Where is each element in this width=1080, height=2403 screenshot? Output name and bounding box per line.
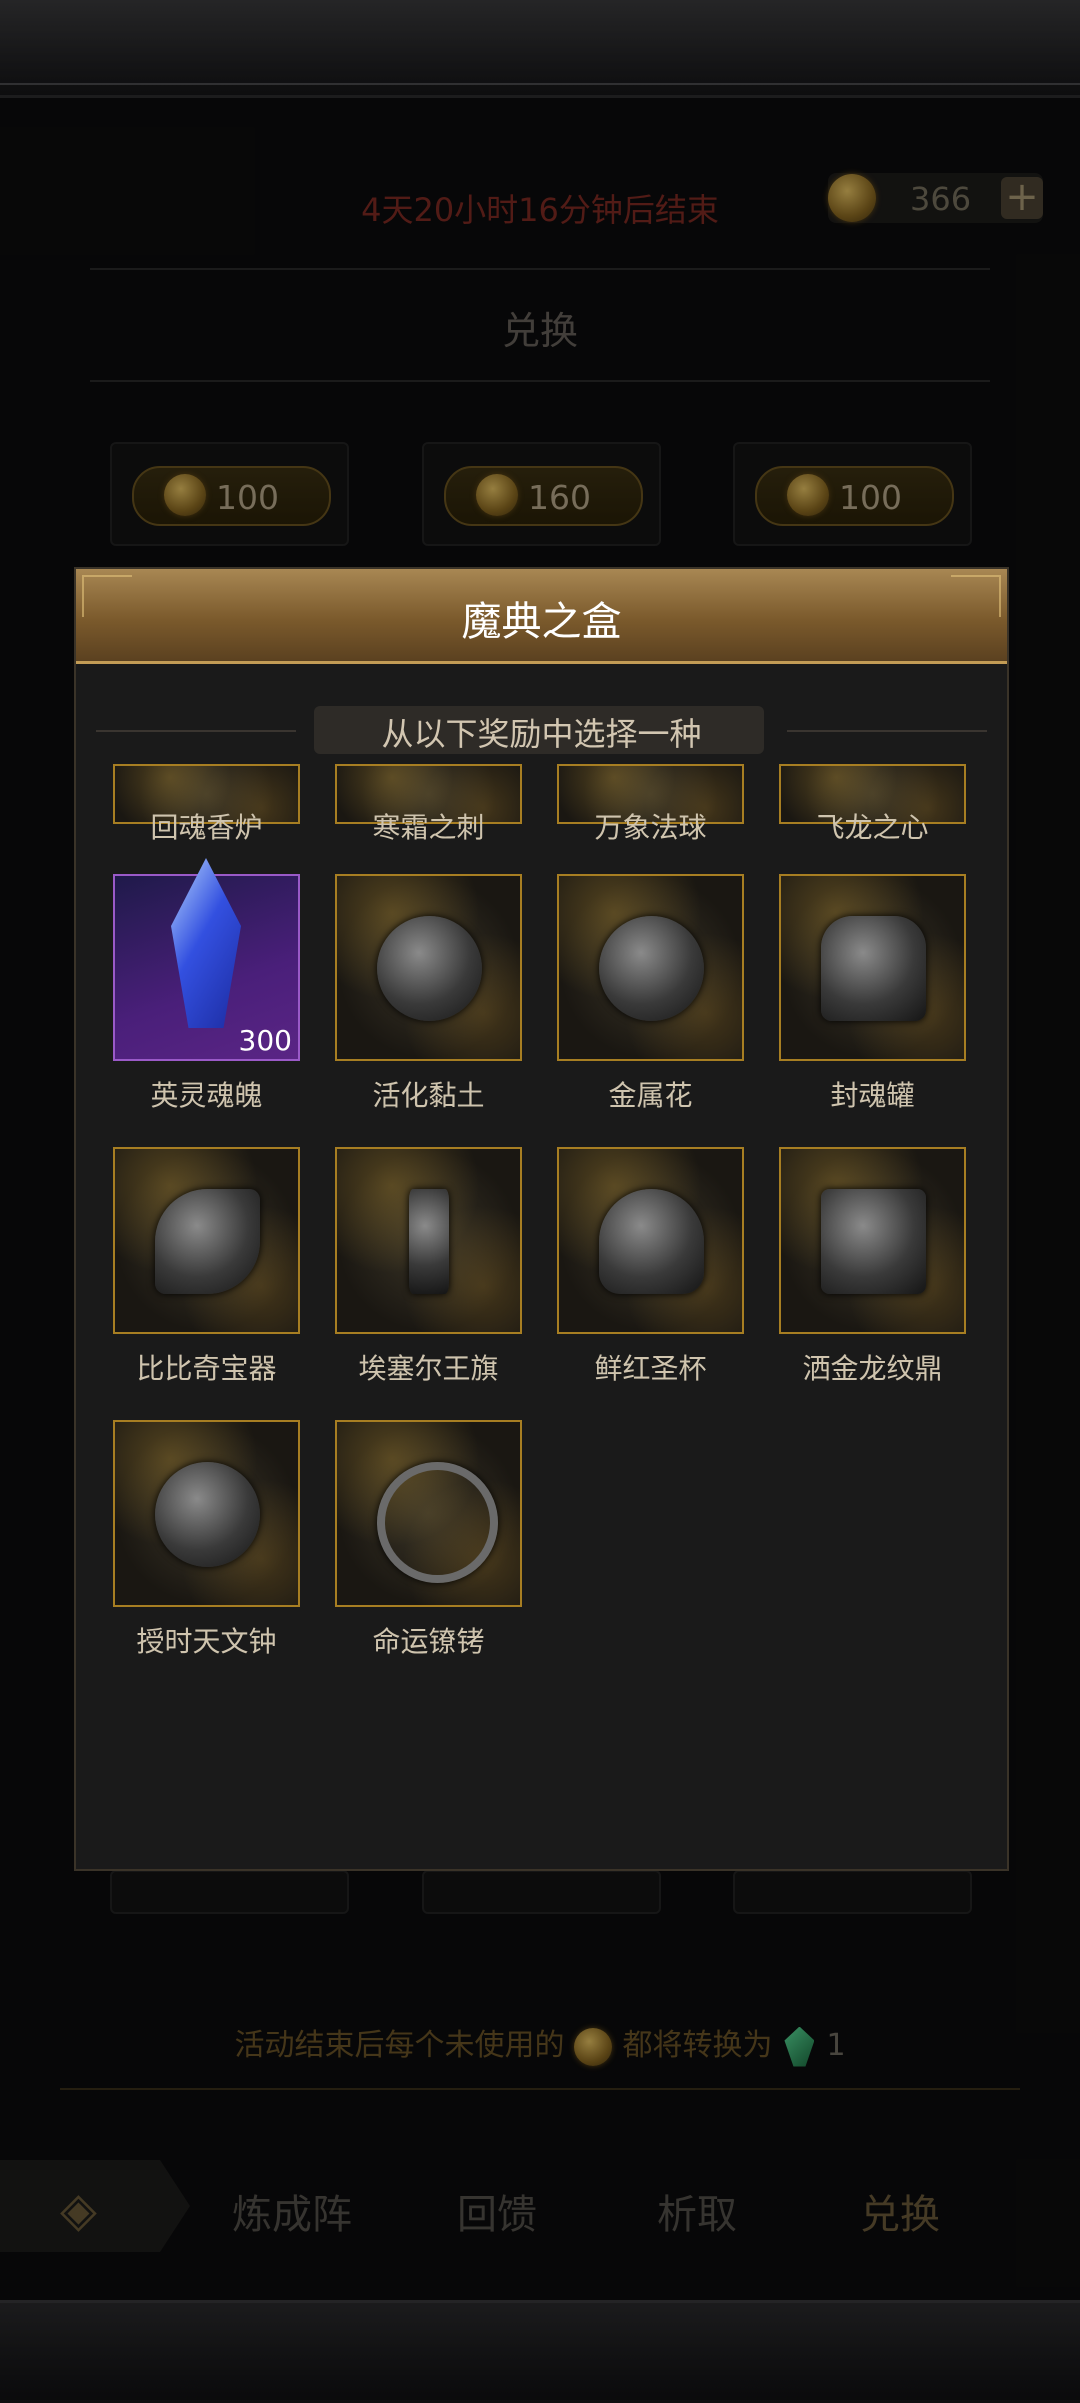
reward-icon: [113, 1147, 300, 1334]
banner-icon: [409, 1189, 449, 1294]
reward-icon: [335, 1147, 522, 1334]
modal-subtitle: 从以下奖励中选择一种: [381, 715, 702, 753]
reward-choice-modal: 魔典之盒 从以下奖励中选择一种 回魂香炉 寒霜之刺 万象法球 飞龙之心 300: [74, 567, 1009, 1871]
reward-name: 万象法球: [594, 811, 707, 844]
reward-name: 寒霜之刺: [372, 811, 485, 844]
reward-name: 洒金龙纹鼎: [802, 1352, 943, 1385]
chalice-icon: [599, 1189, 704, 1294]
reward-icon: [335, 1420, 522, 1607]
reward-name: 鲜红圣杯: [594, 1352, 707, 1385]
reward-name: 回魂香炉: [150, 811, 263, 844]
reward-icon: [779, 874, 966, 1061]
reward-icon: 300: [113, 858, 300, 1061]
reward-icon: [779, 1147, 966, 1334]
reward-name: 授时天文钟: [136, 1625, 277, 1658]
reward-icon: [335, 874, 522, 1061]
soul-crystal-icon: [171, 858, 241, 1028]
reward-name: 英灵魂魄: [150, 1079, 263, 1112]
reward-name: 活化黏土: [372, 1079, 485, 1112]
reward-icon: [113, 1420, 300, 1607]
reward-icon: [557, 1147, 744, 1334]
reward-grid: 回魂香炉 寒霜之刺 万象法球 飞龙之心 300 英灵魂魄 活化黏土 金属花 封魂…: [76, 764, 1007, 1804]
reward-name: 飞龙之心: [816, 811, 929, 844]
reward-name: 埃塞尔王旗: [358, 1352, 499, 1385]
urn-icon: [821, 916, 926, 1021]
relic-vessel-icon: [155, 1189, 260, 1294]
metal-flower-icon: [599, 916, 704, 1021]
reward-quantity: 300: [238, 1024, 292, 1057]
astronomical-clock-icon: [155, 1462, 260, 1567]
reward-name: 金属花: [608, 1079, 693, 1112]
reward-icon: [557, 874, 744, 1061]
shackles-icon: [377, 1462, 498, 1583]
cauldron-icon: [821, 1189, 926, 1294]
reward-name: 命运镣铐: [372, 1625, 485, 1658]
reward-name: 比比奇宝器: [136, 1352, 277, 1385]
modal-title: 魔典之盒: [461, 599, 622, 645]
modal-header: 魔典之盒: [76, 569, 1007, 664]
clay-icon: [377, 916, 482, 1021]
reward-name: 封魂罐: [830, 1079, 915, 1112]
